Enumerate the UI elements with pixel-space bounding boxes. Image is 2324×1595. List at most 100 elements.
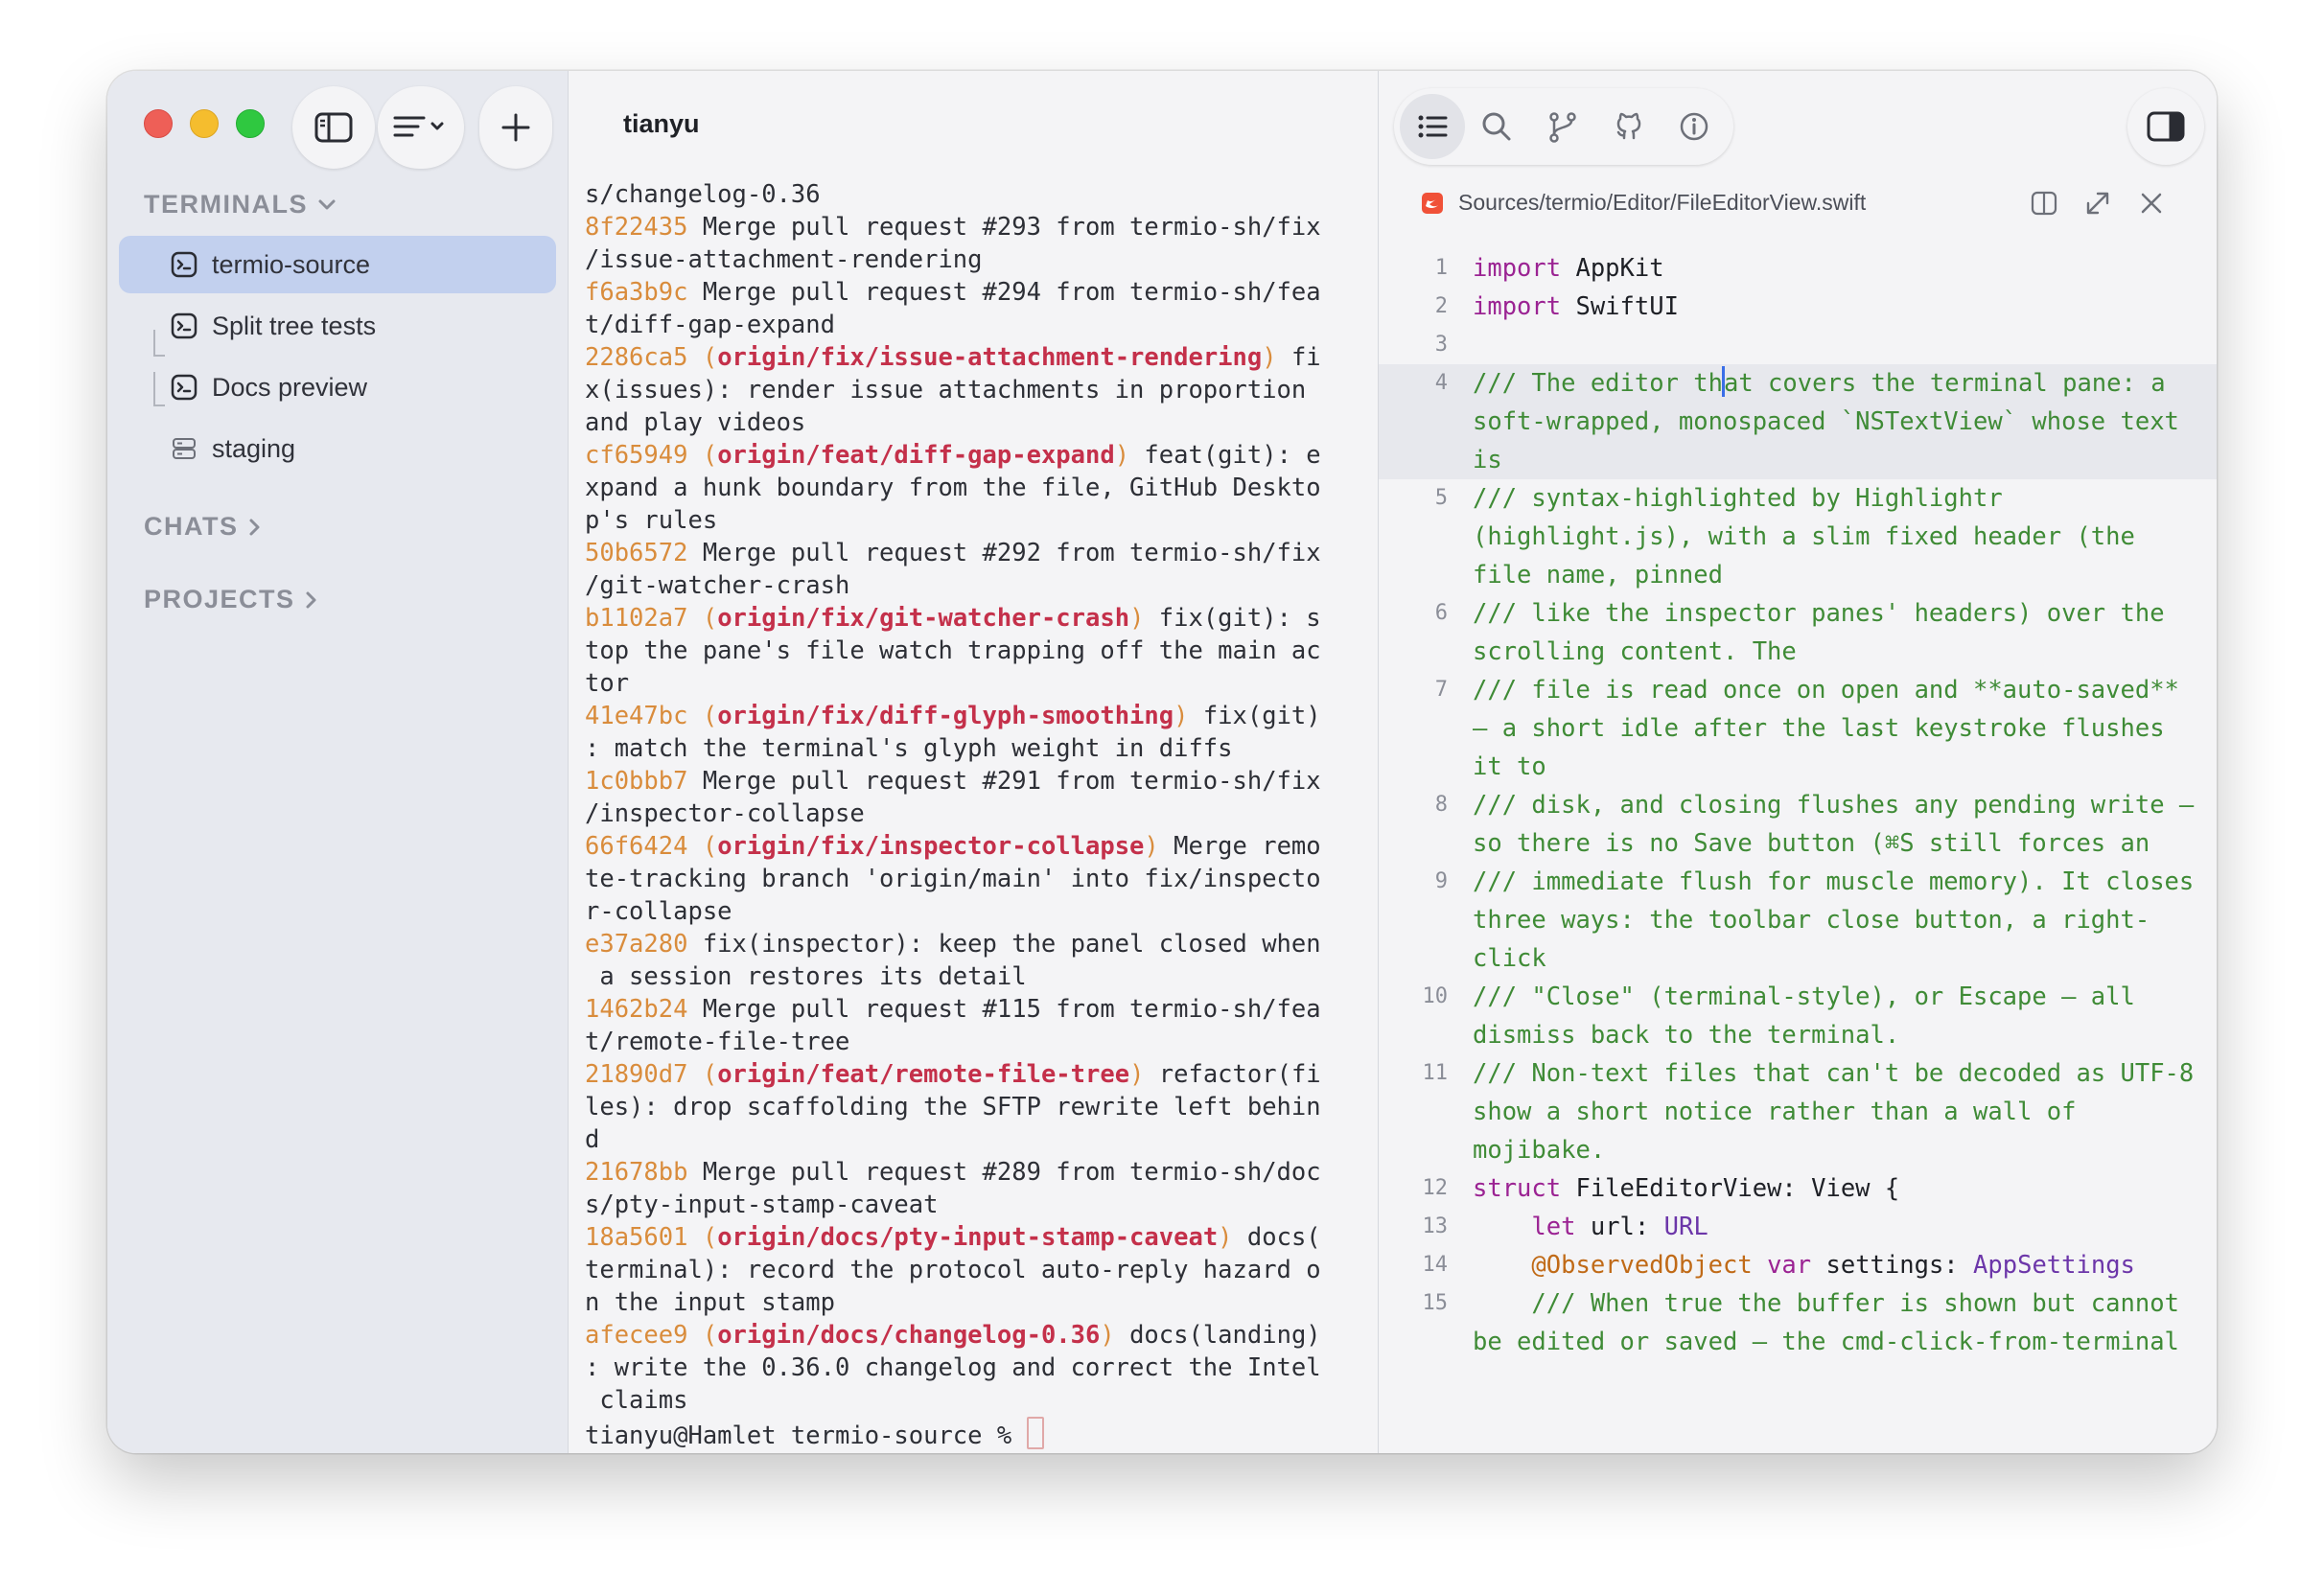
terminal-text: terminal): record the protocol auto-repl… — [585, 1256, 1321, 1284]
terminal-text: Merge pull request #115 from termio-sh/f… — [687, 995, 1321, 1024]
projects-section-header[interactable]: PROJECTS — [144, 585, 318, 614]
code-token: import — [1473, 292, 1562, 321]
swift-file-icon — [1422, 193, 1443, 214]
code-token: FileEditorView: View { — [1561, 1174, 1900, 1203]
code-line: 1 import AppKit — [1379, 249, 2217, 288]
terminal-line: tor — [585, 667, 1371, 700]
line-number: 10 — [1422, 984, 1449, 1008]
commit-hash: ) — [1129, 1060, 1145, 1089]
terminal-text: fix(inspector): keep the panel closed wh… — [687, 930, 1321, 959]
close-editor-icon[interactable] — [2138, 190, 2165, 217]
list-icon[interactable] — [1416, 111, 1449, 142]
terminal-text: : write the 0.36.0 changelog and correct… — [585, 1353, 1321, 1382]
code-editor[interactable]: 1 import AppKit 2 import SwiftUI 3 4 /// The … — [1379, 249, 2217, 1361]
sidebar-item-staging[interactable]: staging — [119, 420, 556, 477]
line-number: 11 — [1422, 1061, 1449, 1085]
app-window: TERMINALS termio-source Split tree tests — [107, 71, 2217, 1453]
code-line: 8 /// disk, and closing flushes any pendi… — [1379, 786, 2217, 863]
terminal-line: t/remote-file-tree — [585, 1026, 1371, 1058]
terminal-text: a session restores its detail — [585, 962, 1027, 991]
code-text: /// immediate flush for muscle memory). … — [1473, 863, 2217, 978]
line-number: 1 — [1434, 256, 1448, 280]
toggle-inspector-button[interactable] — [2127, 88, 2204, 165]
line-number: 14 — [1422, 1253, 1449, 1277]
terminal-line: 50b6572 Merge pull request #292 from ter… — [585, 537, 1371, 569]
chevron-down-icon — [318, 199, 336, 209]
code-token: settings: — [1811, 1251, 1974, 1280]
sort-menu-button[interactable] — [378, 86, 464, 169]
code-token: /// immediate flush for muscle memory). … — [1473, 867, 2209, 973]
line-number: 13 — [1422, 1214, 1449, 1238]
git-branch-icon[interactable] — [1547, 111, 1578, 144]
terminal-text: p's rules — [585, 506, 718, 535]
terminal-prompt-line[interactable]: tianyu@Hamlet termio-source % — [585, 1417, 1371, 1452]
terminal-prompt: tianyu@Hamlet termio-source % — [585, 1422, 1027, 1450]
terminal-line: t/diff-gap-expand — [585, 309, 1371, 341]
chevron-right-icon — [249, 519, 259, 535]
split-view-icon[interactable] — [2031, 190, 2057, 217]
terminal-text: t/remote-file-tree — [585, 1028, 850, 1056]
commit-hash: 1c0bbb7 — [585, 767, 688, 796]
chats-section-header[interactable]: CHATS — [144, 512, 262, 542]
terminal-line: r-collapse — [585, 895, 1371, 928]
new-terminal-button[interactable] — [479, 86, 552, 169]
sidebar-item-split-tree-tests[interactable]: Split tree tests — [119, 297, 556, 355]
commit-hash: ) — [1129, 604, 1145, 633]
commit-hash: ) — [1174, 702, 1189, 730]
sidebar-icon — [314, 112, 353, 143]
terminal-line: x(issues): render issue attachments in p… — [585, 374, 1371, 406]
github-icon[interactable] — [1614, 111, 1644, 142]
expand-icon[interactable] — [2084, 190, 2111, 217]
sidebar-item-label: Docs preview — [212, 372, 368, 402]
line-number: 6 — [1434, 601, 1448, 625]
terminal-line: 1462b24 Merge pull request #115 from ter… — [585, 993, 1371, 1026]
projects-header-label: PROJECTS — [144, 585, 295, 613]
code-line: 3 — [1379, 326, 2217, 364]
terminals-section-header[interactable]: TERMINALS — [144, 190, 337, 220]
terminal-line: 21890d7 (origin/feat/remote-file-tree) r… — [585, 1058, 1371, 1091]
toggle-sidebar-button[interactable] — [292, 86, 375, 169]
commit-hash: ) — [1262, 343, 1277, 372]
minimize-window-button[interactable] — [190, 109, 219, 138]
commit-hash: 41e47bc — [585, 702, 688, 730]
terminal-title: tianyu — [623, 109, 700, 138]
terminal-line: f6a3b9c Merge pull request #294 from ter… — [585, 276, 1371, 309]
sidebar-item-docs-preview[interactable]: Docs preview — [119, 358, 556, 416]
terminal-text: docs( — [1232, 1223, 1321, 1252]
terminal-text: Merge remo — [1158, 832, 1321, 861]
commit-hash: afecee9 — [585, 1321, 688, 1350]
zoom-window-button[interactable] — [236, 109, 265, 138]
code-token: AppSettings — [1973, 1251, 2135, 1280]
code-text: /// "Close" (terminal-style), or Escape … — [1473, 978, 2217, 1054]
commit-hash: ( — [687, 1060, 718, 1089]
code-token: let — [1531, 1213, 1576, 1241]
search-icon[interactable] — [1481, 111, 1512, 142]
terminal-line: n the input stamp — [585, 1286, 1371, 1319]
sort-lines-icon — [393, 116, 444, 137]
line-number: 15 — [1422, 1291, 1449, 1315]
commit-hash: ( — [687, 832, 718, 861]
code-line: 5 /// syntax-highlighted by Highlightr (h… — [1379, 479, 2217, 594]
terminal-line: d — [585, 1123, 1371, 1156]
terminal-text: s/pty-input-stamp-caveat — [585, 1190, 939, 1219]
code-text: struct FileEditorView: View { — [1473, 1169, 2217, 1208]
terminal-line: e37a280 fix(inspector): keep the panel c… — [585, 928, 1371, 960]
sidebar-item-label: staging — [212, 433, 296, 463]
close-window-button[interactable] — [144, 109, 173, 138]
terminal-pane[interactable]: tianyu s/changelog-0.36 8f22435 Merge pul… — [569, 71, 1377, 1453]
info-icon[interactable] — [1679, 111, 1709, 142]
sidebar-item-termio-source[interactable]: termio-source — [119, 236, 556, 293]
terminal-line: and play videos — [585, 406, 1371, 439]
terminal-output[interactable]: s/changelog-0.36 8f22435 Merge pull reque… — [585, 178, 1371, 1452]
terminal-text: x(issues): render issue attachments in p… — [585, 376, 1307, 405]
terminal-text: Merge pull request #289 from termio-sh/d… — [687, 1158, 1321, 1187]
terminal-cursor — [1026, 1417, 1044, 1449]
commit-hash: ) — [1100, 1321, 1115, 1350]
code-token: /// like the inspector panes' headers) o… — [1473, 599, 2179, 666]
branch-ref: origin/fix/inspector-collapse — [717, 832, 1145, 861]
line-number: 12 — [1422, 1176, 1449, 1200]
commit-hash: ) — [1144, 832, 1159, 861]
